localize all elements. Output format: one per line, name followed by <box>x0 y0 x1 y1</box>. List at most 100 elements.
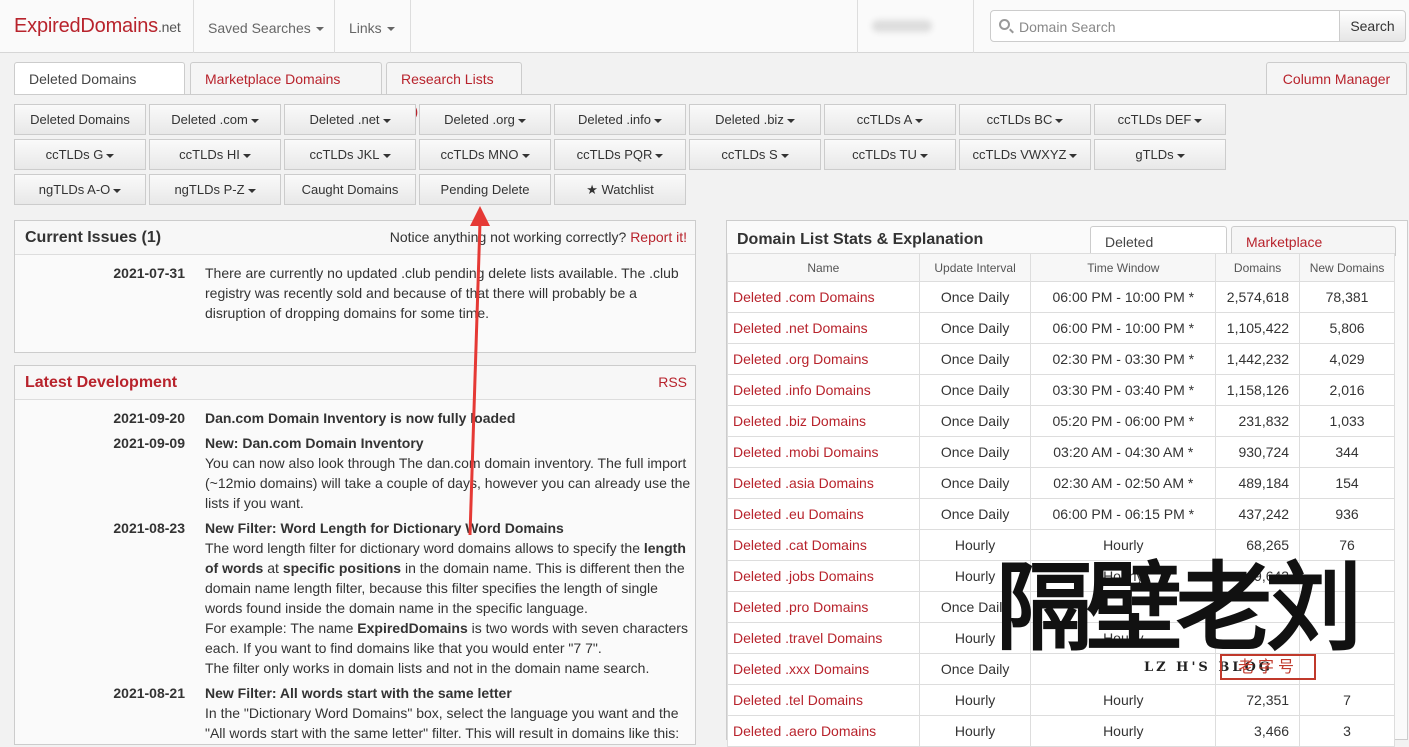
filter-button[interactable]: ccTLDs TU <box>824 139 956 170</box>
issue-text: There are currently no updated .club pen… <box>205 265 679 321</box>
row-name[interactable]: Deleted .tel Domains <box>727 684 920 716</box>
filter-button[interactable]: ngTLDs A-O <box>14 174 146 205</box>
table-row[interactable]: Deleted .mobi Domains Once Daily 03:20 AM … <box>727 436 1395 468</box>
stats-tab-deleted[interactable]: Deleted Domains <box>1090 226 1227 280</box>
filter-button[interactable]: Deleted .biz <box>689 104 821 135</box>
filter-button-label: Deleted .com <box>171 112 248 127</box>
row-name[interactable]: Deleted .xxx Domains <box>727 653 920 685</box>
row-name[interactable]: Deleted .info Domains <box>727 374 920 406</box>
filter-button[interactable]: ccTLDs DEF <box>1094 104 1226 135</box>
filter-button[interactable]: ccTLDs JKL <box>284 139 416 170</box>
filter-button[interactable]: ccTLDs PQR <box>554 139 686 170</box>
filter-button[interactable]: ngTLDs P-Z <box>149 174 281 205</box>
filter-button[interactable]: Pending Delete <box>419 174 551 205</box>
report-notice: Notice anything not working correctly? R… <box>390 229 687 245</box>
row-name[interactable]: Deleted .biz Domains <box>727 405 920 437</box>
filter-button[interactable]: ccTLDs HI <box>149 139 281 170</box>
col-update-interval[interactable]: Update Interval <box>918 253 1032 282</box>
chevron-down-icon <box>242 153 251 158</box>
chevron-down-icon <box>386 27 395 32</box>
row-update-interval: Once Daily <box>918 374 1032 406</box>
table-row[interactable]: Deleted .biz Domains Once Daily 05:20 PM -… <box>727 405 1395 437</box>
table-row[interactable]: Deleted .asia Domains Once Daily 02:30 AM … <box>727 467 1395 499</box>
row-name[interactable]: Deleted .net Domains <box>727 312 920 344</box>
filter-button[interactable]: ccTLDs BC <box>959 104 1091 135</box>
filter-button-label: Pending Delete <box>440 182 530 197</box>
rss-link[interactable]: RSS <box>658 374 687 390</box>
row-name[interactable]: Deleted .pro Domains <box>727 591 920 623</box>
filter-button[interactable]: gTLDs <box>1094 139 1226 170</box>
filter-button[interactable]: ccTLDs S <box>689 139 821 170</box>
table-row[interactable]: Deleted .com Domains Once Daily 06:00 PM -… <box>727 281 1395 313</box>
row-time-window: 06:00 PM - 10:00 PM * <box>1030 281 1217 313</box>
filter-button[interactable]: Deleted .info <box>554 104 686 135</box>
row-name[interactable]: Deleted .org Domains <box>727 343 920 375</box>
row-domains: 1,158,126 <box>1215 374 1301 406</box>
col-new-domains[interactable]: New Domains <box>1299 253 1395 282</box>
row-name[interactable]: Deleted .cat Domains <box>727 529 920 561</box>
stats-title: Domain List Stats & Explanation <box>737 231 984 248</box>
filter-button[interactable]: Deleted .net <box>284 104 416 135</box>
filter-button-label: ccTLDs HI <box>179 147 240 162</box>
tab-research-lists[interactable]: Research Lists (4) <box>386 62 522 119</box>
tab-deleted-domains[interactable]: Deleted Domains (178) <box>14 62 185 119</box>
table-row[interactable]: Deleted .org Domains Once Daily 02:30 PM -… <box>727 343 1395 375</box>
domain-search-input[interactable] <box>1019 17 1329 37</box>
filter-button[interactable]: Deleted .org <box>419 104 551 135</box>
filter-button-label: ccTLDs MNO <box>440 147 519 162</box>
dev-entry-bold: ExpiredDomains <box>357 620 468 636</box>
filter-button[interactable]: ccTLDs VWXYZ <box>959 139 1091 170</box>
chevron-down-icon <box>915 118 924 123</box>
row-new-domains: 3 <box>1299 715 1395 747</box>
filter-button[interactable]: Caught Domains <box>284 174 416 205</box>
table-row[interactable]: Deleted .eu Domains Once Daily 06:00 PM - … <box>727 498 1395 530</box>
tab-marketplace-domains[interactable]: Marketplace Domains (46) <box>190 62 382 119</box>
search-icon <box>999 19 1010 30</box>
row-name[interactable]: Deleted .mobi Domains <box>727 436 920 468</box>
user-account-blurred[interactable] <box>872 20 932 32</box>
row-name[interactable]: Deleted .eu Domains <box>727 498 920 530</box>
filter-button-label: gTLDs <box>1135 147 1174 162</box>
row-new-domains: 1,033 <box>1299 405 1395 437</box>
row-update-interval: Once Daily <box>918 405 1032 437</box>
filter-button[interactable]: Deleted .com <box>149 104 281 135</box>
col-name[interactable]: Name <box>727 253 920 282</box>
saved-searches-menu[interactable]: Saved Searches <box>193 0 338 53</box>
row-domains: 3,466 <box>1215 715 1301 747</box>
brand-logo[interactable]: ExpiredDomains.net <box>14 15 181 38</box>
row-update-interval: Once Daily <box>918 436 1032 468</box>
filter-button-label: ccTLDs DEF <box>1117 112 1192 127</box>
dev-entry-date: 2021-08-23 <box>113 520 185 536</box>
row-domains: 930,724 <box>1215 436 1301 468</box>
filter-button-label: Caught Domains <box>301 182 399 197</box>
filter-button[interactable]: ★ Watchlist <box>554 174 686 205</box>
report-it-link[interactable]: Report it! <box>630 229 687 245</box>
col-domains[interactable]: Domains <box>1215 253 1301 282</box>
row-name[interactable]: Deleted .jobs Domains <box>727 560 920 592</box>
filter-button[interactable]: Deleted Domains <box>14 104 146 135</box>
dev-entry: New: Dan.com Domain Inventory You can no… <box>205 433 695 513</box>
column-manager-button[interactable]: Column Manager <box>1266 62 1407 94</box>
row-domains: 1,442,232 <box>1215 343 1301 375</box>
search-button[interactable]: Search <box>1339 10 1406 42</box>
nav-divider <box>973 0 974 53</box>
row-name[interactable]: Deleted .aero Domains <box>727 715 920 747</box>
brand-net: .net <box>157 19 181 35</box>
table-row[interactable]: Deleted .aero Domains Hourly Hourly 3,466 3 <box>727 715 1395 747</box>
chevron-down-icon <box>521 153 530 158</box>
row-name[interactable]: Deleted .asia Domains <box>727 467 920 499</box>
stats-tab-marketplace[interactable]: Marketplace Domains <box>1231 226 1396 280</box>
table-row[interactable]: Deleted .net Domains Once Daily 06:00 PM -… <box>727 312 1395 344</box>
row-name[interactable]: Deleted .com Domains <box>727 281 920 313</box>
col-time-window[interactable]: Time Window <box>1030 253 1217 282</box>
filter-button[interactable]: ccTLDs MNO <box>419 139 551 170</box>
filter-button-label: ccTLDs TU <box>852 147 917 162</box>
table-row[interactable]: Deleted .info Domains Once Daily 03:30 PM … <box>727 374 1395 406</box>
chevron-down-icon <box>786 118 795 123</box>
links-menu[interactable]: Links <box>334 0 409 53</box>
filter-button[interactable]: ccTLDs G <box>14 139 146 170</box>
row-update-interval: Once Daily <box>918 312 1032 344</box>
row-name[interactable]: Deleted .travel Domains <box>727 622 920 654</box>
row-time-window: 03:30 PM - 03:40 PM * <box>1030 374 1217 406</box>
filter-button[interactable]: ccTLDs A <box>824 104 956 135</box>
